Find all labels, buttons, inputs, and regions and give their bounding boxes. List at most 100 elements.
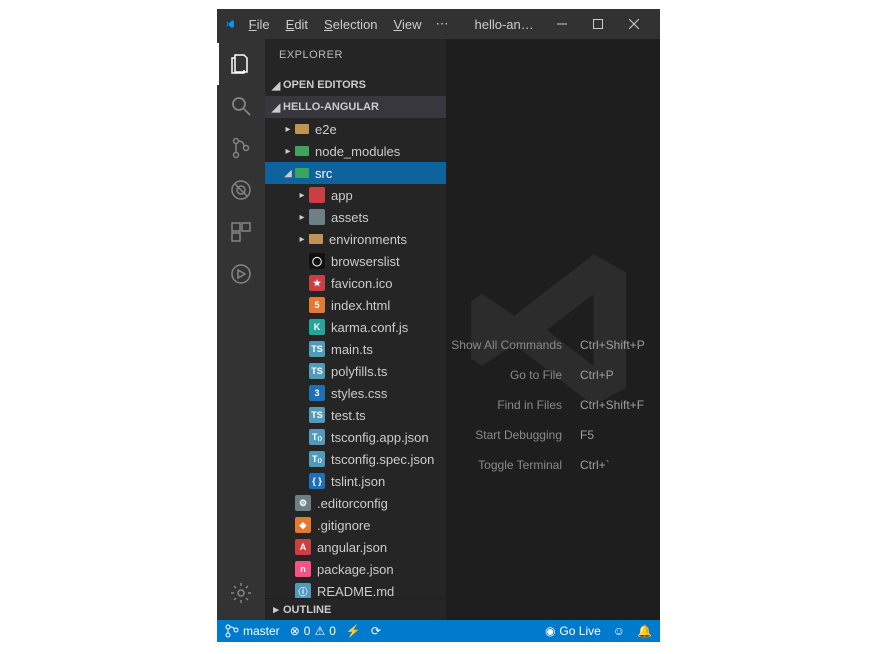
activity-bar	[217, 39, 265, 620]
menu-file[interactable]: FFileile	[243, 15, 276, 34]
bell-icon: 🔔	[637, 624, 652, 638]
sidebar: EXPLORER ◢ OPEN EDITORS ◢ HELLO-ANGULAR …	[265, 39, 447, 620]
editor-area: Show All CommandsCtrl+Shift+P Go to File…	[447, 39, 660, 620]
folder-app[interactable]: ▸app	[265, 184, 446, 206]
file-tree: ▸e2e ▸node_modules ◢src ▸app ▸assets ▸en…	[265, 118, 446, 598]
file-angularjson[interactable]: Aangular.json	[265, 536, 446, 558]
status-golive[interactable]: ◉Go Live	[545, 624, 601, 638]
window-controls	[544, 9, 652, 39]
shortcut-row: Toggle TerminalCtrl+`	[447, 450, 650, 480]
file-icon: TS	[309, 341, 325, 357]
status-branch[interactable]: master	[225, 624, 280, 638]
menu-edit[interactable]: Edit	[280, 15, 314, 34]
main-area: EXPLORER ◢ OPEN EDITORS ◢ HELLO-ANGULAR …	[217, 39, 660, 620]
vscode-window: FFileile Edit Selection View ⋯ hello-ang…	[217, 9, 660, 642]
activity-explorer[interactable]	[217, 43, 265, 85]
search-icon	[229, 94, 253, 118]
shortcut-row: Show All CommandsCtrl+Shift+P	[447, 330, 650, 360]
file-icon: 3	[309, 385, 325, 401]
folder-node-modules[interactable]: ▸node_modules	[265, 140, 446, 162]
chevron-right-icon: ▸	[281, 146, 295, 157]
file-editorconfig[interactable]: ⚙.editorconfig	[265, 492, 446, 514]
file-icon: ★	[309, 275, 325, 291]
folder-e2e[interactable]: ▸e2e	[265, 118, 446, 140]
error-icon: ⊗	[290, 624, 300, 638]
file-icon: T₍₎	[309, 451, 325, 467]
status-feedback[interactable]: ☺	[613, 624, 625, 638]
section-open-editors[interactable]: ◢ OPEN EDITORS	[265, 74, 446, 96]
file-tsconfigspec[interactable]: T₍₎tsconfig.spec.json	[265, 448, 446, 470]
file-polyfills[interactable]: TSpolyfills.ts	[265, 360, 446, 382]
broadcast-icon: ◉	[545, 624, 555, 638]
gear-icon	[229, 581, 253, 605]
folder-icon	[295, 146, 309, 156]
activity-search[interactable]	[217, 85, 265, 127]
section-label: OPEN EDITORS	[283, 79, 366, 91]
file-icon: TS	[309, 407, 325, 423]
chevron-right-icon: ▸	[295, 234, 309, 245]
folder-assets[interactable]: ▸assets	[265, 206, 446, 228]
vscode-icon	[225, 16, 235, 32]
activity-settings[interactable]	[217, 572, 265, 614]
sidebar-title: EXPLORER	[265, 39, 446, 74]
liveshare-icon	[229, 262, 253, 286]
file-icon: ◯	[309, 253, 325, 269]
menu-more[interactable]: ⋯	[431, 14, 452, 34]
activity-debug[interactable]	[217, 169, 265, 211]
file-icon: ⚙	[295, 495, 311, 511]
shortcut-row: Start DebuggingF5	[447, 420, 650, 450]
status-problems[interactable]: ⊗0 ⚠0	[290, 624, 336, 638]
chevron-right-icon: ▸	[281, 124, 295, 135]
file-favicon[interactable]: ★favicon.ico	[265, 272, 446, 294]
folder-icon	[295, 124, 309, 134]
file-stylescss[interactable]: 3styles.css	[265, 382, 446, 404]
activity-extensions[interactable]	[217, 211, 265, 253]
status-sync[interactable]: ⟳	[371, 624, 381, 638]
folder-src[interactable]: ◢src	[265, 162, 446, 184]
file-maints[interactable]: TSmain.ts	[265, 338, 446, 360]
chevron-right-icon: ▸	[295, 190, 309, 201]
menu-view[interactable]: View	[388, 15, 428, 34]
menu-selection[interactable]: Selection	[318, 15, 383, 34]
status-notifications[interactable]: 🔔	[637, 624, 652, 638]
file-karma[interactable]: Kkarma.conf.js	[265, 316, 446, 338]
maximize-button[interactable]	[580, 9, 616, 39]
smiley-icon: ☺	[613, 624, 625, 638]
source-control-icon	[229, 136, 253, 160]
sync-icon: ⟳	[371, 624, 381, 638]
file-icon: K	[309, 319, 325, 335]
folder-environments[interactable]: ▸environments	[265, 228, 446, 250]
section-label: OUTLINE	[283, 604, 331, 616]
chevron-down-icon: ◢	[269, 79, 283, 92]
file-tslint[interactable]: { }tslint.json	[265, 470, 446, 492]
file-indexhtml[interactable]: 5index.html	[265, 294, 446, 316]
shortcut-row: Find in FilesCtrl+Shift+F	[447, 390, 650, 420]
minimize-button[interactable]	[544, 9, 580, 39]
close-button[interactable]	[616, 9, 652, 39]
warning-icon: ⚠	[314, 624, 325, 638]
folder-icon	[309, 234, 323, 244]
file-gitignore[interactable]: ◆.gitignore	[265, 514, 446, 536]
git-branch-icon	[225, 624, 239, 638]
section-project[interactable]: ◢ HELLO-ANGULAR	[265, 96, 446, 118]
folder-icon	[295, 168, 309, 178]
file-testts[interactable]: TStest.ts	[265, 404, 446, 426]
file-icon: n	[295, 561, 311, 577]
titlebar: FFileile Edit Selection View ⋯ hello-ang…	[217, 9, 660, 39]
file-icon: { }	[309, 473, 325, 489]
chevron-right-icon: ▸	[295, 212, 309, 223]
folder-icon	[309, 209, 325, 225]
file-readme[interactable]: ⓘREADME.md	[265, 580, 446, 598]
file-browserslist[interactable]: ◯browserslist	[265, 250, 446, 272]
section-outline[interactable]: ▸ OUTLINE	[265, 598, 446, 620]
activity-scm[interactable]	[217, 127, 265, 169]
section-label: HELLO-ANGULAR	[283, 101, 379, 113]
shortcuts-hint: Show All CommandsCtrl+Shift+P Go to File…	[447, 330, 650, 480]
status-port[interactable]: ⚡	[346, 624, 361, 638]
file-tsconfigapp[interactable]: T₍₎tsconfig.app.json	[265, 426, 446, 448]
activity-liveshare[interactable]	[217, 253, 265, 295]
file-packagejson[interactable]: npackage.json	[265, 558, 446, 580]
bolt-icon: ⚡	[346, 624, 361, 638]
shortcut-row: Go to FileCtrl+P	[447, 360, 650, 390]
file-icon: T₍₎	[309, 429, 325, 445]
